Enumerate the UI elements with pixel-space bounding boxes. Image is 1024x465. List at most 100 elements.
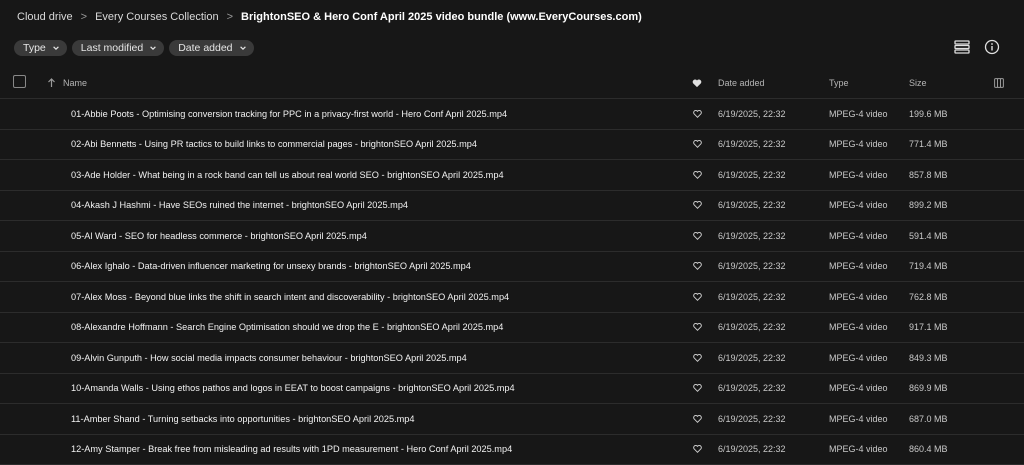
- column-settings-icon[interactable]: [994, 68, 1004, 98]
- file-name: 01-Abbie Poots - Optimising conversion t…: [71, 99, 507, 128]
- date-added: 6/19/2025, 22:32: [718, 99, 786, 128]
- file-type: MPEG-4 video: [829, 435, 888, 464]
- table-row[interactable]: 11-Amber Shand - Turning setbacks into o…: [0, 404, 1024, 435]
- column-header-type[interactable]: Type: [829, 68, 849, 98]
- heart-outline-icon[interactable]: [693, 435, 702, 464]
- file-type: MPEG-4 video: [829, 191, 888, 220]
- select-all-checkbox[interactable]: [13, 75, 26, 88]
- table-row[interactable]: 12-Amy Stamper - Break free from mislead…: [0, 435, 1024, 465]
- video-thumbnail: [42, 135, 62, 153]
- file-size: 687.0 MB: [909, 404, 948, 433]
- video-thumbnail: [42, 257, 62, 275]
- table-row[interactable]: 10-Amanda Walls - Using ethos pathos and…: [0, 374, 1024, 405]
- file-size: 869.9 MB: [909, 374, 948, 403]
- date-added: 6/19/2025, 22:32: [718, 252, 786, 281]
- column-header-size[interactable]: Size: [909, 68, 927, 98]
- heart-outline-icon[interactable]: [693, 130, 702, 159]
- heart-outline-icon[interactable]: [693, 282, 702, 311]
- heart-outline-icon[interactable]: [693, 191, 702, 220]
- table-row[interactable]: 03-Ade Holder - What being in a rock ban…: [0, 160, 1024, 191]
- filter-last-modified-chip[interactable]: Last modified: [72, 40, 164, 56]
- file-name: 02-Abi Bennetts - Using PR tactics to bu…: [71, 130, 477, 159]
- video-thumbnail: [42, 348, 62, 366]
- video-thumbnail: [42, 409, 62, 427]
- chevron-down-icon: [239, 44, 247, 52]
- date-added: 6/19/2025, 22:32: [718, 191, 786, 220]
- table-row[interactable]: 07-Alex Moss - Beyond blue links the shi…: [0, 282, 1024, 313]
- file-name: 10-Amanda Walls - Using ethos pathos and…: [71, 374, 515, 403]
- video-thumbnail: [42, 318, 62, 336]
- chevron-down-icon: [52, 44, 60, 52]
- heart-outline-icon[interactable]: [693, 99, 702, 128]
- heart-outline-icon[interactable]: [693, 252, 702, 281]
- heart-outline-icon[interactable]: [693, 221, 702, 250]
- table-row[interactable]: 06-Alex Ighalo - Data-driven influencer …: [0, 252, 1024, 283]
- date-added: 6/19/2025, 22:32: [718, 160, 786, 189]
- video-thumbnail: [42, 440, 62, 458]
- date-added: 6/19/2025, 22:32: [718, 343, 786, 372]
- filter-last-modified-label: Last modified: [81, 42, 143, 54]
- file-type: MPEG-4 video: [829, 313, 888, 342]
- date-added: 6/19/2025, 22:32: [718, 282, 786, 311]
- video-thumbnail: [42, 165, 62, 183]
- file-list: 01-Abbie Poots - Optimising conversion t…: [0, 99, 1024, 465]
- file-type: MPEG-4 video: [829, 99, 888, 128]
- filter-date-added-label: Date added: [178, 42, 232, 54]
- video-thumbnail: [42, 226, 62, 244]
- table-header: Name Date added Type Size: [0, 68, 1024, 99]
- heart-outline-icon[interactable]: [693, 160, 702, 189]
- heart-outline-icon[interactable]: [693, 374, 702, 403]
- file-name: 11-Amber Shand - Turning setbacks into o…: [71, 404, 415, 433]
- file-size: 719.4 MB: [909, 252, 948, 281]
- filter-bar: Type Last modified Date added: [14, 40, 254, 56]
- filter-type-chip[interactable]: Type: [14, 40, 67, 56]
- file-size: 860.4 MB: [909, 435, 948, 464]
- file-type: MPEG-4 video: [829, 404, 888, 433]
- file-name: 03-Ade Holder - What being in a rock ban…: [71, 160, 504, 189]
- table-row[interactable]: 02-Abi Bennetts - Using PR tactics to bu…: [0, 130, 1024, 161]
- file-type: MPEG-4 video: [829, 252, 888, 281]
- file-name: 09-Alvin Gunputh - How social media impa…: [71, 343, 467, 372]
- file-name: 07-Alex Moss - Beyond blue links the shi…: [71, 282, 509, 311]
- info-icon[interactable]: [984, 39, 1000, 55]
- date-added: 6/19/2025, 22:32: [718, 221, 786, 250]
- video-thumbnail: [42, 379, 62, 397]
- file-size: 771.4 MB: [909, 130, 948, 159]
- filter-date-added-chip[interactable]: Date added: [169, 40, 253, 56]
- column-header-date-added[interactable]: Date added: [718, 68, 765, 98]
- chevron-down-icon: [149, 44, 157, 52]
- file-size: 899.2 MB: [909, 191, 948, 220]
- view-controls: [954, 38, 1024, 58]
- heart-outline-icon[interactable]: [693, 404, 702, 433]
- sort-ascending-icon[interactable]: [47, 68, 56, 98]
- file-size: 591.4 MB: [909, 221, 948, 250]
- file-size: 849.3 MB: [909, 343, 948, 372]
- table-row[interactable]: 04-Akash J Hashmi - Have SEOs ruined the…: [0, 191, 1024, 222]
- video-thumbnail: [42, 287, 62, 305]
- heart-icon[interactable]: [692, 68, 702, 98]
- column-header-name[interactable]: Name: [63, 68, 87, 98]
- heart-outline-icon[interactable]: [693, 343, 702, 372]
- file-size: 762.8 MB: [909, 282, 948, 311]
- video-thumbnail: [42, 104, 62, 122]
- filter-type-label: Type: [23, 42, 46, 54]
- breadcrumb: Cloud drive > Every Courses Collection >…: [17, 8, 642, 26]
- file-name: 04-Akash J Hashmi - Have SEOs ruined the…: [71, 191, 408, 220]
- file-name: 06-Alex Ighalo - Data-driven influencer …: [71, 252, 471, 281]
- file-type: MPEG-4 video: [829, 130, 888, 159]
- file-size: 857.8 MB: [909, 160, 948, 189]
- table-row[interactable]: 05-Al Ward - SEO for headless commerce -…: [0, 221, 1024, 252]
- breadcrumb-current-folder: BrightonSEO & Hero Conf April 2025 video…: [241, 11, 642, 23]
- file-type: MPEG-4 video: [829, 160, 888, 189]
- file-type: MPEG-4 video: [829, 374, 888, 403]
- table-row[interactable]: 01-Abbie Poots - Optimising conversion t…: [0, 99, 1024, 130]
- breadcrumb-collection[interactable]: Every Courses Collection: [95, 11, 219, 23]
- heart-outline-icon[interactable]: [693, 313, 702, 342]
- file-name: 08-Alexandre Hoffmann - Search Engine Op…: [71, 313, 503, 342]
- table-row[interactable]: 08-Alexandre Hoffmann - Search Engine Op…: [0, 313, 1024, 344]
- file-type: MPEG-4 video: [829, 343, 888, 372]
- list-view-icon[interactable]: [954, 39, 970, 55]
- table-row[interactable]: 09-Alvin Gunputh - How social media impa…: [0, 343, 1024, 374]
- breadcrumb-cloud-drive[interactable]: Cloud drive: [17, 11, 73, 23]
- file-size: 917.1 MB: [909, 313, 948, 342]
